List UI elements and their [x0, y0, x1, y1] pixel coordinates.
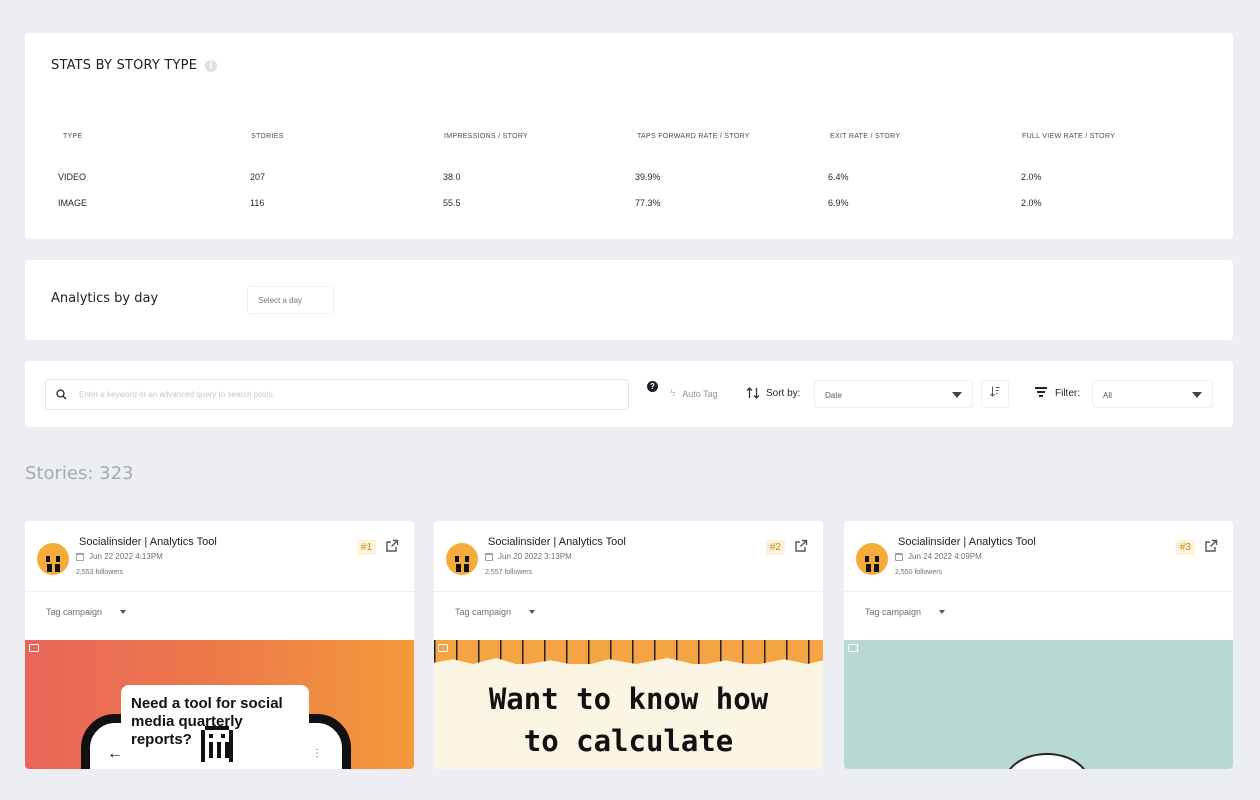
col-header-exit-rate: EXIT RATE / STORY	[830, 133, 901, 140]
preview-text: Want to know how to calculate	[434, 678, 823, 762]
table-cell: 116	[250, 198, 265, 208]
table-cell: 39.9%	[635, 172, 661, 182]
sort-arrows-icon	[746, 387, 760, 399]
day-select[interactable]: Select a day	[247, 286, 334, 314]
search-icon	[56, 389, 67, 400]
tag-campaign-select[interactable]: Tag campaign	[865, 607, 946, 617]
analytics-by-day-title: Analytics by day	[51, 291, 159, 306]
rank-badge: #2	[765, 540, 785, 555]
posts-toolbar: ? ϟ Auto Tag Sort by: Date Filter: All	[25, 361, 1233, 427]
filter: Filter:	[1035, 387, 1080, 399]
search-box[interactable]	[45, 379, 629, 410]
avatar	[446, 543, 478, 575]
chevron-down-icon	[120, 610, 127, 614]
image-type-icon	[848, 644, 858, 652]
table-cell: 2.0%	[1021, 172, 1042, 182]
image-type-icon	[438, 644, 448, 652]
external-link-icon[interactable]	[385, 539, 399, 553]
sort-by-label: Sort by:	[766, 387, 801, 399]
account-name: Socialinsider | Analytics Tool	[898, 536, 1036, 548]
account-name: Socialinsider | Analytics Tool	[488, 536, 626, 548]
sort-order-button[interactable]	[981, 380, 1009, 408]
auto-tag-label: Auto Tag	[682, 388, 718, 399]
external-link-icon[interactable]	[794, 539, 808, 553]
sort-select[interactable]: Date	[814, 380, 973, 408]
col-header-taps-forward: TAPS FORWARD RATE / STORY	[637, 133, 750, 140]
filter-select-value: All	[1103, 391, 1112, 400]
tag-campaign-select[interactable]: Tag campaign	[46, 607, 127, 617]
col-header-type: TYPE	[63, 133, 83, 140]
calendar-icon	[485, 552, 493, 561]
table-cell: IMAGE	[58, 198, 88, 208]
bolt-icon: ϟ	[670, 388, 676, 399]
calendar-icon	[895, 552, 903, 561]
chevron-down-icon	[939, 610, 946, 614]
followers-count: 2,553 followers	[76, 569, 124, 576]
tag-campaign-label: Tag campaign	[46, 607, 103, 617]
col-header-impressions: IMPRESSIONS / STORY	[444, 133, 529, 140]
illustration-shape	[1004, 753, 1090, 769]
chevron-down-icon	[952, 392, 962, 398]
table-cell: 207	[250, 172, 266, 182]
sort-order-icon	[990, 386, 1000, 397]
avatar	[856, 543, 888, 575]
stats-title: STATS BY STORY TYPE i	[51, 58, 218, 73]
sort-by: Sort by:	[746, 387, 800, 399]
table-cell: 77.3%	[635, 198, 661, 208]
preview-text-line: to calculate	[523, 724, 734, 758]
story-thumbnail[interactable]: ← ⋮ Need a tool for social media quarter…	[25, 640, 414, 769]
followers-count: 2,550 followers	[895, 569, 943, 576]
post-date-text: Jun 20 2022 3:13PM	[498, 552, 572, 561]
external-link-icon[interactable]	[1204, 539, 1218, 553]
post-date: Jun 22 2022 4:13PM	[76, 552, 163, 561]
table-cell: VIDEO	[58, 172, 87, 182]
image-type-icon	[29, 644, 39, 652]
preview-text-line: Want to know how	[488, 682, 769, 716]
account-name: Socialinsider | Analytics Tool	[79, 536, 217, 548]
table-cell: 55.5	[443, 198, 461, 208]
divider	[844, 591, 1233, 592]
calendar-icon	[76, 552, 84, 561]
post-date: Jun 20 2022 3:13PM	[485, 552, 572, 561]
tag-campaign-label: Tag campaign	[455, 607, 512, 617]
stats-title-text: STATS BY STORY TYPE	[51, 58, 198, 73]
post-date: Jun 24 2022 4:09PM	[895, 552, 982, 561]
more-dots-icon: ⋮	[312, 748, 322, 759]
post-date-text: Jun 22 2022 4:13PM	[89, 552, 163, 561]
chevron-down-icon	[529, 610, 536, 614]
stories-count: Stories: 323	[25, 463, 134, 484]
help-icon[interactable]: ?	[647, 381, 658, 392]
divider	[434, 591, 823, 592]
rank-badge: #1	[356, 540, 376, 555]
story-card: Socialinsider | Analytics Tool Jun 24 20…	[844, 521, 1233, 769]
filter-icon	[1035, 387, 1047, 399]
filter-select[interactable]: All	[1092, 380, 1213, 408]
chevron-down-icon	[1192, 392, 1202, 398]
avatar	[37, 543, 69, 575]
col-header-stories: STORIES	[251, 133, 284, 140]
rank-badge: #3	[1175, 540, 1195, 555]
followers-count: 2,557 followers	[485, 569, 533, 576]
table-cell: 6.4%	[828, 172, 849, 182]
search-input[interactable]	[79, 390, 628, 399]
info-icon[interactable]: i	[205, 59, 218, 72]
story-thumbnail[interactable]: Want to know how to calculate	[434, 640, 823, 769]
divider	[25, 591, 414, 592]
table-cell: 38.0	[443, 172, 461, 182]
stats-by-story-type-card: STATS BY STORY TYPE i TYPE STORIES IMPRE…	[25, 33, 1233, 239]
post-date-text: Jun 24 2022 4:09PM	[908, 552, 982, 561]
analytics-by-day-card: Analytics by day Select a day	[25, 260, 1233, 340]
story-thumbnail[interactable]	[844, 640, 1233, 769]
table-cell: 6.9%	[828, 198, 849, 208]
pixel-character-icon	[201, 726, 233, 762]
filter-label: Filter:	[1055, 387, 1080, 399]
tag-campaign-label: Tag campaign	[865, 607, 922, 617]
story-card: Socialinsider | Analytics Tool Jun 20 20…	[434, 521, 823, 769]
col-header-full-view: FULL VIEW RATE / STORY	[1022, 133, 1116, 140]
auto-tag-button[interactable]: ϟ Auto Tag	[670, 388, 718, 399]
story-card: Socialinsider | Analytics Tool Jun 22 20…	[25, 521, 414, 769]
tag-campaign-select[interactable]: Tag campaign	[455, 607, 536, 617]
sort-select-value: Date	[825, 391, 842, 400]
table-cell: 2.0%	[1021, 198, 1042, 208]
